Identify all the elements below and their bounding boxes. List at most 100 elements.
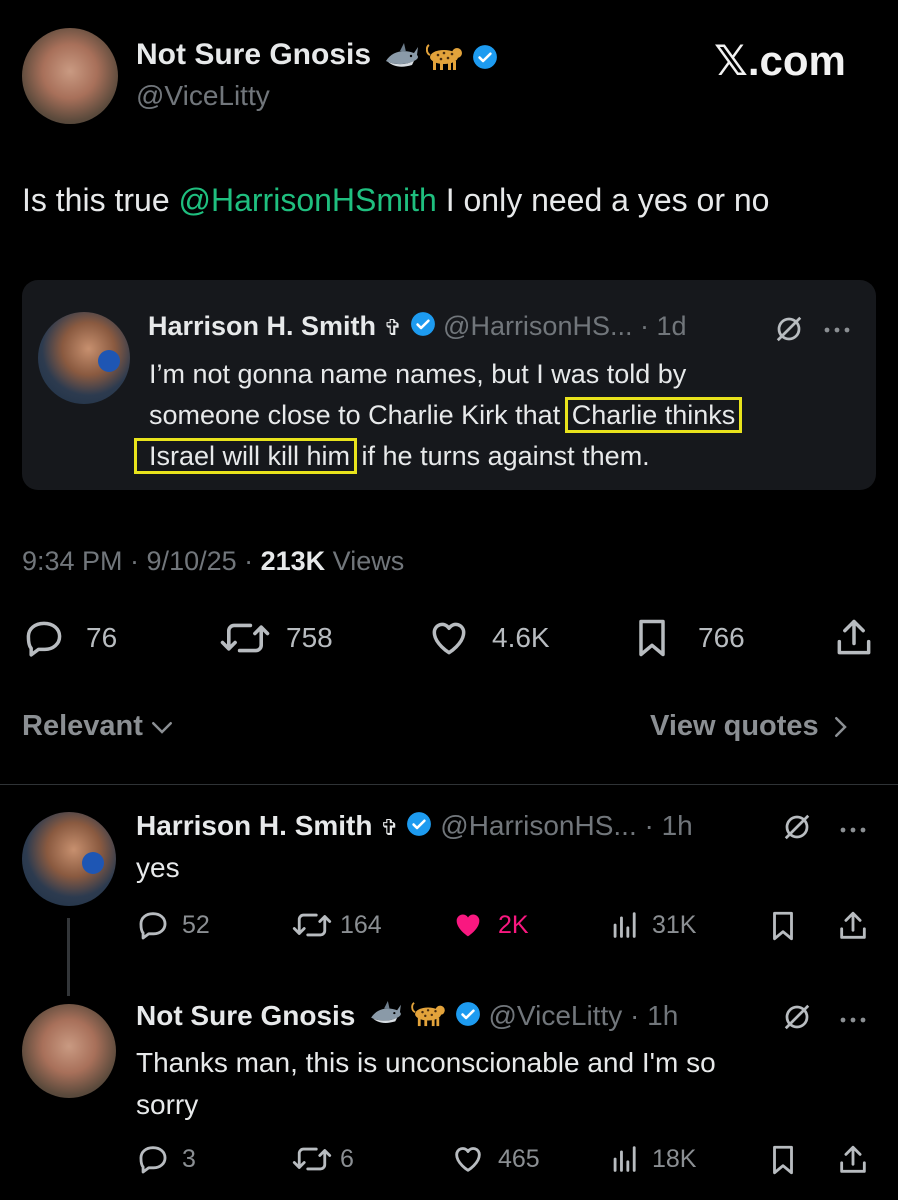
repost-icon xyxy=(292,1147,332,1171)
bookmark-button[interactable] xyxy=(766,1142,800,1178)
quoted-line-2: someone close to Charlie Kirk that Charl… xyxy=(149,395,743,436)
views-button[interactable]: 18K xyxy=(608,1142,696,1176)
like-button[interactable]: 2K xyxy=(450,908,529,942)
reply1-text: yes xyxy=(136,852,180,883)
verified-badge-icon xyxy=(410,311,436,344)
share-button[interactable] xyxy=(836,908,870,944)
reply2-handle-time[interactable]: @ViceLitty · 1h xyxy=(489,1000,679,1031)
mention-link[interactable]: @HarrisonHSmith xyxy=(179,182,437,218)
grok-icon[interactable] xyxy=(774,314,804,349)
repost-icon xyxy=(220,623,270,653)
quoted-tweet-body: I’m not gonna name names, but I was told… xyxy=(133,354,743,477)
reply-icon xyxy=(139,912,167,940)
reply1-avatar[interactable] xyxy=(22,812,116,906)
repost-button[interactable]: 164 xyxy=(290,908,382,942)
repost-count: 6 xyxy=(340,1144,354,1173)
more-icon[interactable] xyxy=(822,322,852,340)
main-author-header[interactable]: Not Sure Gnosis xyxy=(136,38,498,76)
sort-dropdown[interactable]: Relevant xyxy=(22,710,177,743)
views-icon xyxy=(613,912,636,938)
reply-count: 76 xyxy=(86,622,118,653)
reply2-author-name[interactable]: Not Sure Gnosis xyxy=(136,1000,355,1031)
share-icon xyxy=(837,619,871,655)
repost-icon xyxy=(292,913,332,937)
reply-icon xyxy=(139,1146,167,1174)
view-quotes-link[interactable]: View quotes xyxy=(650,710,855,743)
bookmark-button[interactable] xyxy=(766,908,800,944)
bookmark-icon xyxy=(773,1145,793,1175)
reply2-text-line1: Thanks man, this is unconscionable and I… xyxy=(136,1047,716,1078)
quoted-author-avatar[interactable] xyxy=(38,312,130,404)
quoted-author-name[interactable]: Harrison H. Smith xyxy=(148,311,376,341)
reply2-header: Not Sure Gnosis @ViceLitty · 1h xyxy=(136,1000,678,1034)
chevron-right-icon xyxy=(834,716,847,737)
leopard-emoji xyxy=(411,1001,447,1034)
quoted-tweet-header: Harrison H. Smith ✞ @HarrisonHS... · 1d xyxy=(148,311,687,344)
like-count: 2K xyxy=(498,910,529,939)
bookmark-icon xyxy=(773,911,793,941)
divider xyxy=(0,784,898,785)
verified-badge-icon xyxy=(472,44,498,75)
reply-button[interactable]: 3 xyxy=(136,1142,196,1176)
like-icon xyxy=(432,622,466,655)
cross-glyph: ✞ xyxy=(380,815,399,840)
grok-icon[interactable] xyxy=(782,1002,812,1037)
main-author-handle[interactable]: @ViceLitty xyxy=(136,80,270,112)
x-com-watermark: 𝕏.com xyxy=(714,37,846,84)
reply-button[interactable]: 76 xyxy=(22,616,117,660)
like-button[interactable]: 4.6K xyxy=(426,616,550,660)
tweet-text-prefix: Is this true xyxy=(22,182,179,218)
reply2-text-line2: sorry xyxy=(136,1089,199,1120)
main-author-avatar[interactable] xyxy=(22,28,118,124)
quoted-line-1: I’m not gonna name names, but I was told… xyxy=(149,359,687,389)
bookmark-count: 766 xyxy=(698,622,745,653)
sort-label: Relevant xyxy=(22,710,143,742)
like-icon xyxy=(456,914,480,937)
chevron-down-icon xyxy=(151,721,172,734)
repost-count: 164 xyxy=(340,910,382,939)
timestamp[interactable]: 9:34 PM · 9/10/25 · xyxy=(22,546,261,576)
main-tweet-text: Is this true @HarrisonHSmith I only need… xyxy=(22,182,769,219)
more-icon[interactable] xyxy=(838,1012,868,1030)
like-button[interactable]: 465 xyxy=(450,1142,540,1176)
verified-badge-icon xyxy=(455,1001,481,1034)
share-icon xyxy=(840,911,866,939)
news-logo xyxy=(82,852,104,874)
share-icon xyxy=(840,1145,866,1173)
quoted-handle-time[interactable]: @HarrisonHS... · 1d xyxy=(443,311,686,341)
thread-line xyxy=(67,918,70,996)
reply1-author-name[interactable]: Harrison H. Smith xyxy=(136,810,372,841)
main-author-name[interactable]: Not Sure Gnosis xyxy=(136,38,371,71)
tweet-text-suffix: I only need a yes or no xyxy=(436,182,770,218)
views-count: 213K xyxy=(260,546,326,576)
reply2-avatar[interactable] xyxy=(22,1004,116,1098)
reply1-handle-time[interactable]: @HarrisonHS... · 1h xyxy=(440,810,693,841)
reply-icon xyxy=(26,621,62,657)
quoted-line-2-text: someone close to Charlie Kirk that xyxy=(149,400,568,430)
reply-count: 3 xyxy=(182,1144,196,1173)
like-icon xyxy=(455,1147,481,1172)
share-button[interactable] xyxy=(832,616,876,660)
repost-button[interactable]: 6 xyxy=(290,1142,354,1176)
share-button[interactable] xyxy=(836,1142,870,1178)
repost-count: 758 xyxy=(286,622,333,653)
more-icon[interactable] xyxy=(838,822,868,840)
bookmark-button[interactable]: 766 xyxy=(630,616,745,660)
news-logo xyxy=(98,350,120,372)
views-button[interactable]: 31K xyxy=(608,908,696,942)
reply-button[interactable]: 52 xyxy=(136,908,210,942)
like-count: 465 xyxy=(498,1144,540,1173)
tweet-meta: 9:34 PM · 9/10/25 · 213K Views xyxy=(22,546,404,577)
reply2-text: Thanks man, this is unconscionable and I… xyxy=(136,1042,716,1126)
grok-icon[interactable] xyxy=(782,812,812,847)
highlight-box-1: Charlie thinks xyxy=(564,397,743,433)
views-icon xyxy=(613,1146,636,1172)
quoted-line-3: Israel will kill him if he turns against… xyxy=(133,436,739,477)
views-label: Views xyxy=(325,546,405,576)
shark-emoji xyxy=(384,43,420,76)
view-quotes-label: View quotes xyxy=(650,710,819,742)
quoted-line-3-text: if he turns against them. xyxy=(354,441,650,471)
repost-button[interactable]: 758 xyxy=(218,616,333,660)
reply1-header: Harrison H. Smith ✞ @HarrisonHS... · 1h xyxy=(136,810,693,844)
highlight-box-2: Israel will kill him xyxy=(133,438,358,474)
